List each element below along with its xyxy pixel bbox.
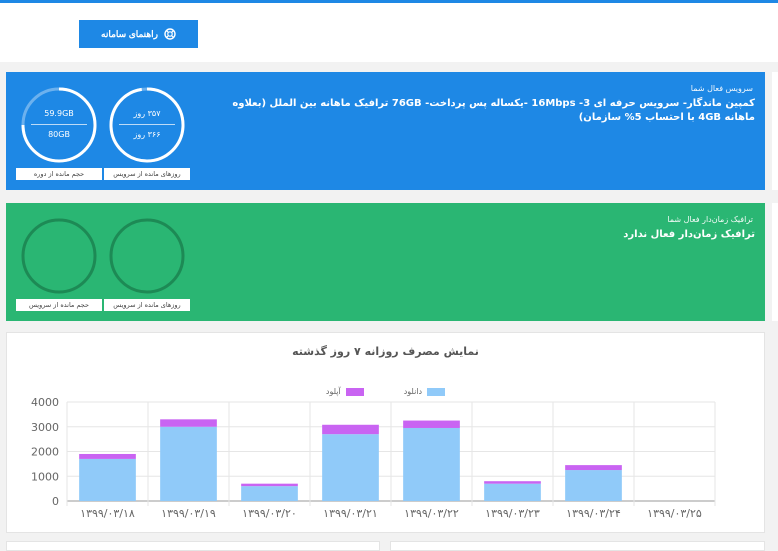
y-tick-label: 4000 — [31, 396, 59, 409]
x-tick-label: ۱۳۹۹/۰۳/۲۱ — [323, 507, 378, 520]
active-service-title: سرویس فعال شما — [690, 84, 753, 93]
timed-days-gauge — [109, 218, 185, 294]
active-service-description: کمپین ماندگار- سرویس حرفه ای 3- 16Mbps -… — [232, 98, 755, 123]
timed-traffic-panel: ترافیک زمان‌دار فعال شما ترافیک زمان‌دار… — [6, 203, 765, 321]
y-tick-label: 1000 — [31, 470, 59, 483]
x-tick-label: ۱۳۹۹/۰۳/۲۰ — [242, 507, 297, 520]
y-tick-label: 3000 — [31, 421, 59, 434]
days-remaining-gauge: ۳۵۷ روز ۳۶۶ روز — [109, 87, 185, 163]
bar-upload — [79, 453, 136, 459]
volume-remaining-gauge: 59.9GB 80GB — [21, 87, 97, 163]
bar-upload — [241, 483, 298, 487]
timed-volume-gauge — [21, 218, 97, 294]
gauge-divider — [119, 124, 175, 125]
bar-download — [565, 470, 622, 501]
bottom-card-left — [6, 541, 380, 551]
bar-download — [160, 426, 217, 501]
daily-usage-chart-card: نمایش مصرف روزانه ۷ روز گذشته دانلود آپل… — [6, 332, 765, 533]
volume-remaining-value: 59.9GB — [44, 109, 74, 118]
daily-usage-chart: 0 1000 2000 3000 4000 ۱۳۹۹/۰۳/۱۸ ۱۳۹۹/۰۳/۱۹ ۱۳۹… — [31, 396, 716, 520]
bar-upload — [160, 419, 217, 427]
bar-download — [403, 427, 460, 501]
x-tick-label: ۱۳۹۹/۰۳/۱۸ — [80, 507, 135, 520]
side-card-edge — [772, 72, 778, 190]
bar-download — [322, 434, 379, 501]
x-tick-label: ۱۳۹۹/۰۳/۲۴ — [566, 507, 621, 520]
days-remaining-label: روزهای مانده از سرویس — [104, 168, 190, 180]
header-bar: راهنمای سامانه — [0, 3, 778, 62]
days-remaining-value: ۳۵۷ روز — [133, 109, 161, 118]
y-tick-label: 0 — [52, 495, 59, 508]
timed-traffic-message: ترافیک زمان‌دار فعال ندارد — [623, 229, 755, 240]
bar-upload — [565, 465, 622, 471]
bar-download — [79, 458, 136, 501]
bar-upload — [322, 424, 379, 435]
x-tick-label: ۱۳۹۹/۰۳/۲۳ — [485, 507, 540, 520]
bar-download — [241, 486, 298, 501]
x-tick-label: ۱۳۹۹/۰۳/۱۹ — [161, 507, 216, 520]
timed-traffic-title: ترافیک زمان‌دار فعال شما — [667, 215, 753, 224]
system-guide-button[interactable]: راهنمای سامانه — [79, 20, 198, 48]
bottom-card-right — [390, 541, 765, 551]
days-total-value: ۳۶۶ روز — [133, 130, 161, 139]
y-tick-label: 2000 — [31, 446, 59, 459]
bar-download — [484, 483, 541, 501]
bar-upload — [403, 420, 460, 428]
lifebuoy-icon — [164, 28, 176, 40]
timed-days-label: روزهای مانده از سرویس — [104, 299, 190, 311]
bar-upload — [484, 481, 541, 484]
gauge-divider — [31, 124, 87, 125]
x-tick-label: ۱۳۹۹/۰۳/۲۵ — [647, 507, 702, 520]
timed-volume-label: حجم مانده از سرویس — [16, 299, 102, 311]
volume-total-value: 80GB — [48, 130, 70, 139]
volume-remaining-label: حجم مانده از دوره — [16, 168, 102, 180]
system-guide-label: راهنمای سامانه — [101, 28, 158, 39]
side-card-edge — [772, 203, 778, 321]
active-service-panel: سرویس فعال شما کمپین ماندگار- سرویس حرفه… — [6, 72, 765, 190]
x-tick-label: ۱۳۹۹/۰۳/۲۲ — [404, 507, 459, 520]
